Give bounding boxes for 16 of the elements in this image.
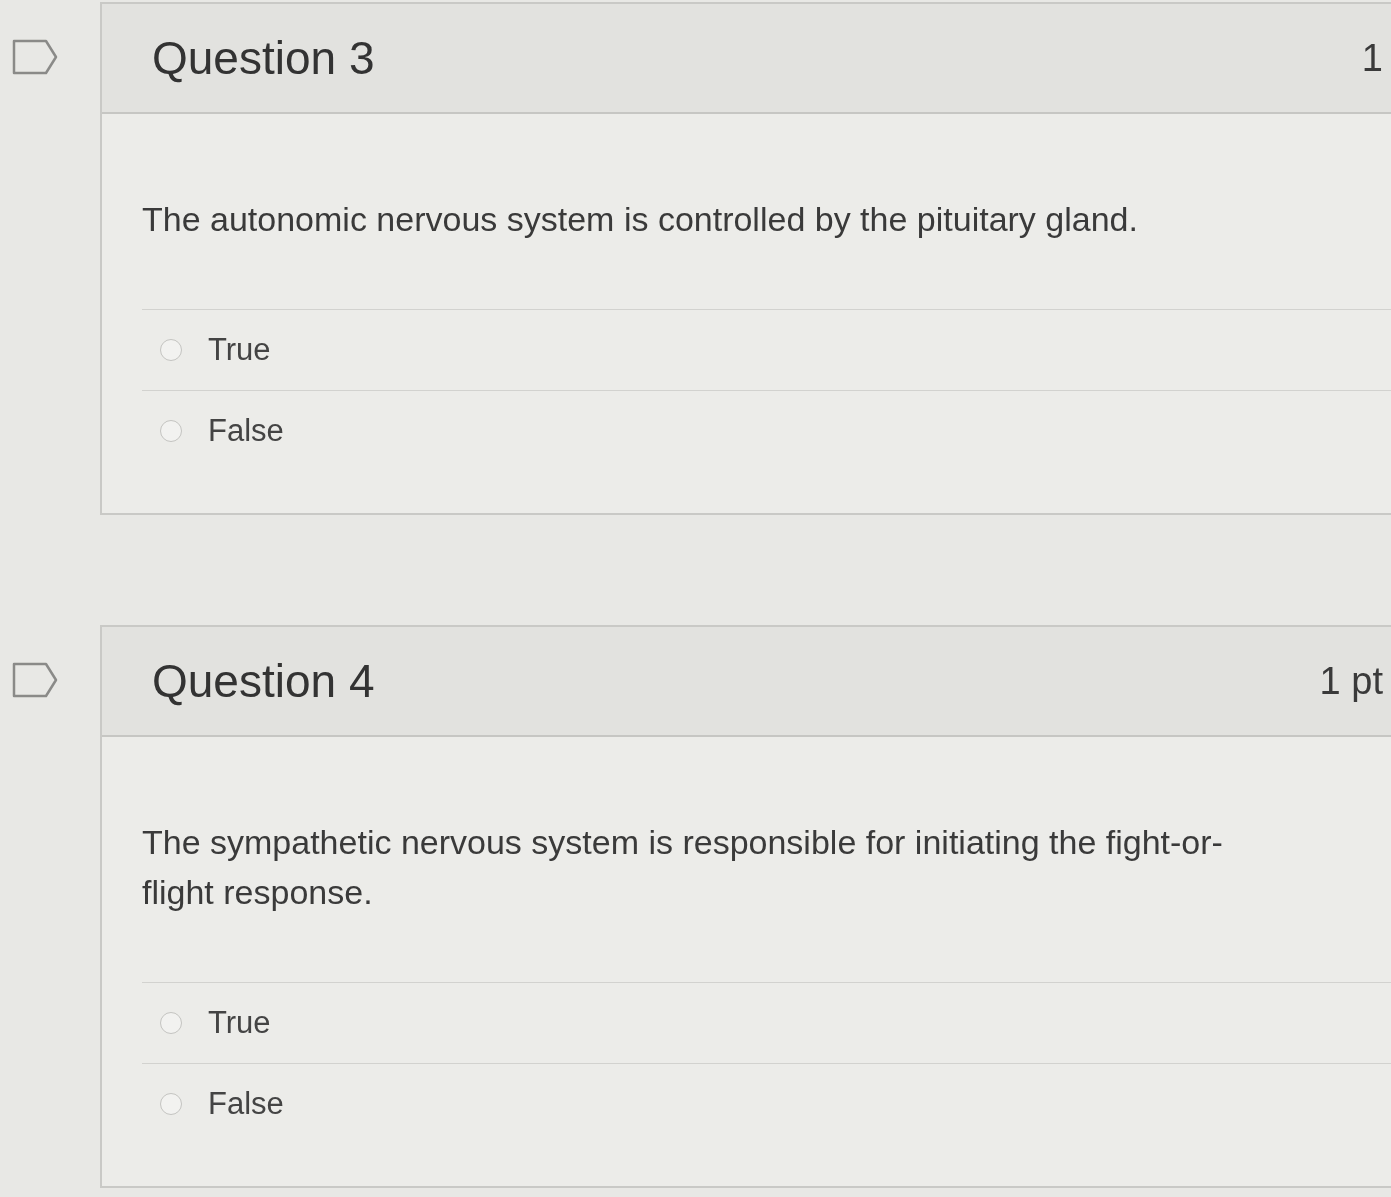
flag-icon[interactable] [12,39,58,75]
radio-button[interactable] [160,420,182,442]
question-text: The autonomic nervous system is controlled by the pituitary gland. [142,199,1139,240]
flag-icon[interactable] [12,662,58,698]
answer-label[interactable]: True [208,332,271,368]
points-label: 1 pt [1319,659,1383,703]
question-title: Question 4 [152,654,375,708]
radio-button[interactable] [160,1093,182,1115]
answer-label[interactable]: True [208,1005,271,1041]
question-title: Question 3 [152,31,375,85]
radio-button[interactable] [160,1012,182,1034]
radio-button[interactable] [160,339,182,361]
answer-label[interactable]: False [208,1086,284,1122]
points-label: 1 [1361,36,1383,80]
question-text: The sympathetic nervous system is responsible for initiating the fight-or-flight response. [142,822,1224,913]
answer-label[interactable]: False [208,413,284,449]
